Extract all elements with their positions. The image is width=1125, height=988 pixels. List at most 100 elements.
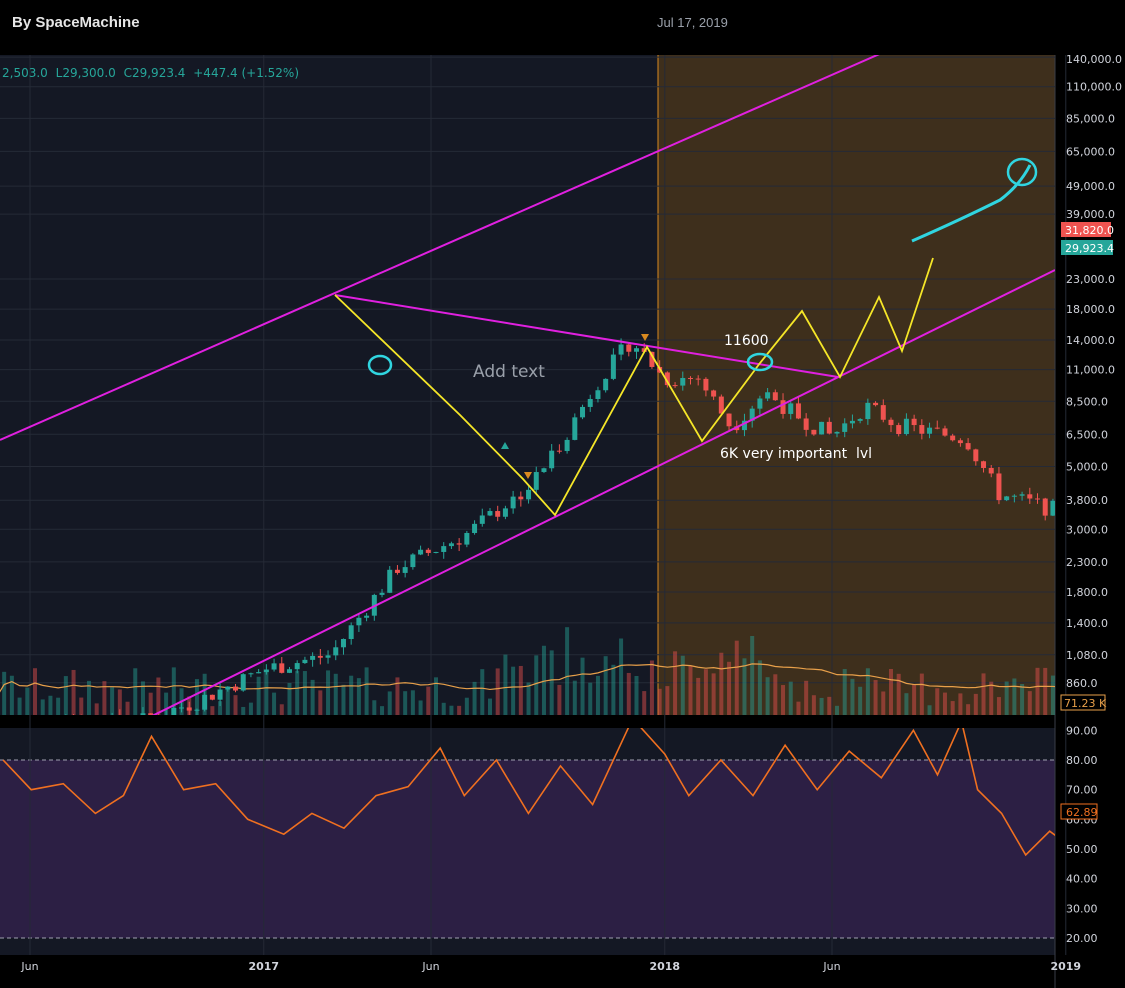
rsi-tick-label: 50.00 [1066, 843, 1098, 856]
volume-bar [349, 675, 354, 715]
volume-bar [912, 684, 917, 715]
volume-bar [94, 703, 99, 715]
rsi-tick-label: 30.00 [1066, 902, 1098, 915]
volume-bar [734, 640, 739, 715]
candle-body [957, 440, 963, 444]
candle-body [726, 413, 732, 427]
candle-body [903, 418, 909, 435]
candle-body [286, 669, 292, 673]
candle-body [595, 390, 601, 399]
volume-bar [773, 674, 778, 715]
volume-bar [248, 702, 253, 715]
candle-body [294, 663, 300, 670]
candle-body [942, 428, 948, 436]
volume-bar [796, 701, 801, 715]
candle-body [919, 425, 925, 434]
volume-bar [125, 701, 130, 715]
annotation-add-text[interactable]: Add text [473, 362, 545, 382]
candle-body [333, 647, 339, 656]
volume-bar [241, 706, 246, 715]
volume-bar [973, 693, 978, 715]
volume-bar [1113, 695, 1117, 715]
volume-bar [588, 682, 593, 715]
candle-body [1027, 494, 1033, 499]
volume-bar [1043, 667, 1048, 715]
rsi-tick-label: 40.00 [1066, 873, 1098, 886]
y-tick-label: 110,000.0 [1066, 81, 1122, 94]
y-tick-label: 1,400.0 [1066, 617, 1108, 630]
volume-bar [565, 627, 570, 715]
volume-bar [2, 671, 7, 715]
candle-body [456, 543, 462, 545]
rsi-tag-text: 62.89 [1066, 806, 1098, 819]
volume-bar [518, 665, 523, 715]
volume-bar [819, 697, 824, 715]
candle-body [672, 385, 678, 387]
candle-body [510, 496, 516, 509]
candle-body [340, 639, 346, 648]
candle-body [433, 551, 439, 553]
candle-body [1066, 515, 1071, 517]
volume-bar [326, 670, 331, 715]
rsi-band [0, 760, 1055, 938]
y-tick-label: 8,500.0 [1066, 395, 1108, 408]
candle-body [202, 694, 208, 710]
y-tick-label: 14,000.0 [1066, 334, 1115, 347]
volume-bar [942, 692, 947, 715]
candle-body [896, 425, 902, 435]
volume-bar [210, 706, 215, 715]
volume-bar [79, 697, 84, 715]
volume-bar [410, 690, 415, 715]
annotation-6k-level[interactable]: 6K very important lvl [720, 446, 872, 462]
x-tick-label: 2017 [248, 960, 279, 973]
candle-body [1112, 496, 1117, 502]
candle-body [279, 663, 285, 673]
candle-body [410, 554, 416, 568]
annotation-11600[interactable]: 11600 [724, 333, 769, 349]
volume-bar [827, 696, 832, 715]
candle-body [356, 617, 362, 626]
rsi-tick-label: 90.00 [1066, 724, 1098, 737]
volume-bar [727, 661, 732, 715]
volume-bar [966, 704, 971, 715]
candle-body [209, 694, 215, 700]
volume-bar [595, 675, 600, 715]
y-tick-label: 1,080.0 [1066, 649, 1108, 662]
candle-body [580, 406, 586, 418]
volume-tag-text: 71.23 K [1064, 697, 1107, 710]
candle-body [240, 674, 246, 691]
candle-body [502, 508, 508, 517]
header-bar: By SpaceMachine Jul 17, 2019 [0, 0, 1125, 55]
volume-bar [403, 691, 408, 715]
price-chart[interactable]: 140,000.0 110,000.0 85,000.0 65,000.0 49,000… [0, 55, 1125, 988]
volume-bar [711, 673, 716, 715]
volume-bar [719, 652, 724, 715]
volume-bar [511, 666, 516, 715]
candle-body [526, 489, 532, 500]
volume-bar [603, 656, 608, 715]
volume-bar [750, 635, 755, 715]
candle-body [610, 354, 616, 379]
volume-bar [148, 692, 153, 715]
candle-body [1058, 501, 1063, 515]
candle-body [364, 615, 370, 618]
candle-body [194, 709, 200, 711]
candle-body [873, 402, 879, 406]
candle-body [819, 421, 825, 435]
volume-bar [472, 681, 477, 715]
candle-body [765, 392, 771, 399]
candle-body [379, 592, 385, 595]
volume-bar [842, 669, 847, 715]
price-tag-red-text: 31,820.0 [1065, 224, 1114, 237]
candle-body [441, 546, 447, 552]
volume-bar [341, 684, 346, 715]
volume-bar [649, 660, 654, 715]
candle-body [263, 669, 269, 673]
candle-body [988, 467, 994, 474]
candle-body [472, 523, 478, 533]
candle-body [996, 473, 1002, 501]
candle-body [541, 468, 547, 473]
candle-body [302, 659, 308, 664]
candle-body [495, 511, 501, 517]
rsi-tick-label: 20.00 [1066, 932, 1098, 945]
